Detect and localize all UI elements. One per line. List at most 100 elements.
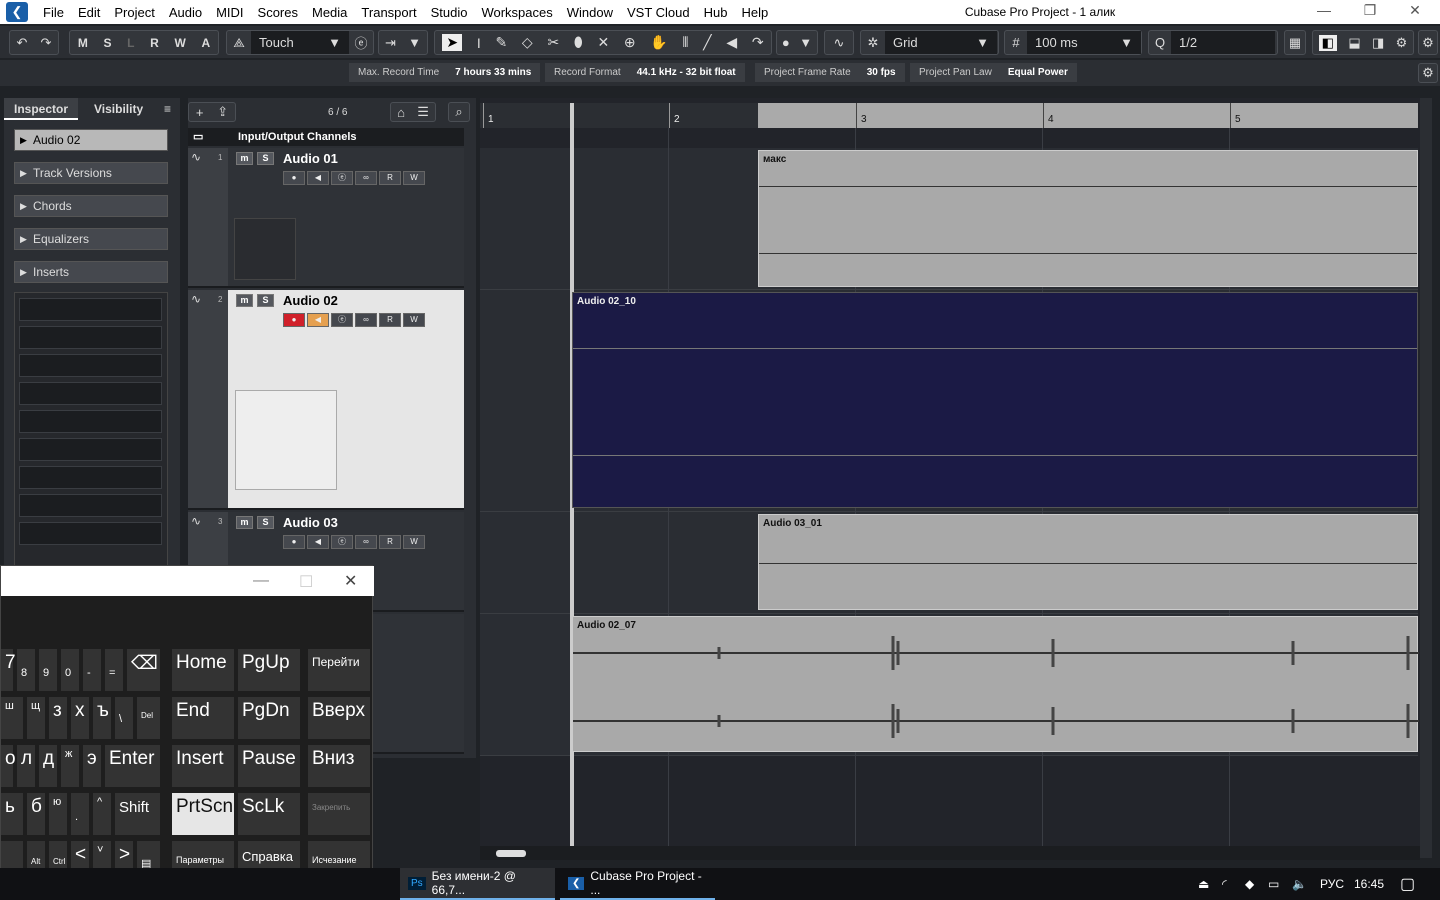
up-key[interactable]: Вверх	[308, 697, 370, 739]
scroll-thumb[interactable]	[496, 850, 526, 857]
menu-audio[interactable]: Audio	[162, 5, 209, 20]
language-indicator[interactable]: РУС	[1320, 877, 1344, 891]
section-inserts[interactable]: Inserts	[14, 261, 168, 283]
key[interactable]: 9	[39, 649, 57, 691]
key[interactable]: э	[83, 745, 101, 787]
chevron-down-icon[interactable]: ▼	[799, 35, 812, 50]
inspector-track-name[interactable]: Audio 02	[14, 129, 168, 151]
insert-slot[interactable]	[19, 382, 162, 405]
edit-button[interactable]: ⓔ	[331, 535, 353, 549]
edit-button[interactable]: ⓔ	[331, 171, 353, 185]
record-enable-button[interactable]: ●	[283, 535, 305, 549]
key[interactable]: д	[39, 745, 57, 787]
insert-slot[interactable]	[19, 466, 162, 489]
info-pan-law[interactable]: Project Pan Law Equal Power	[910, 63, 1077, 82]
solo-button[interactable]: S	[257, 294, 274, 307]
menu-media[interactable]: Media	[305, 5, 354, 20]
select-tool-icon[interactable]: ➤	[442, 34, 463, 51]
pgup-key[interactable]: PgUp	[238, 649, 300, 691]
key[interactable]: л	[17, 745, 35, 787]
track-presets-icon[interactable]: ⌂	[397, 105, 405, 120]
dropbox-icon[interactable]: ◆	[1245, 877, 1254, 891]
insert-slot[interactable]	[19, 494, 162, 517]
key[interactable]: .	[71, 793, 89, 835]
monitor-button[interactable]: ◀	[307, 171, 329, 185]
home-key[interactable]: Home	[172, 649, 234, 691]
track-name[interactable]: Audio 01	[283, 151, 338, 166]
key[interactable]: ж	[61, 745, 79, 787]
dock-key[interactable]: Закрепить	[308, 793, 370, 835]
redo-icon[interactable]: ↷	[41, 35, 52, 51]
undo-icon[interactable]: ↶	[17, 35, 28, 51]
split-tool-icon[interactable]: ✂	[547, 34, 559, 51]
taskbar-photoshop[interactable]: Ps Без имени-2 @ 66,7...	[400, 868, 555, 900]
pgdn-key[interactable]: PgDn	[238, 697, 300, 739]
solo-button[interactable]: S	[257, 516, 274, 529]
insert-slot[interactable]	[19, 326, 162, 349]
track-name[interactable]: Audio 03	[283, 515, 338, 530]
record-enable-button[interactable]: ●	[283, 313, 305, 327]
end-key[interactable]: End	[172, 697, 234, 739]
tab-inspector[interactable]: Inspector	[4, 98, 79, 120]
keyboard-icon[interactable]: ▦	[1289, 35, 1301, 51]
add-track-icon[interactable]: +	[196, 105, 204, 120]
prtscn-key[interactable]: PrtScn	[172, 793, 234, 835]
chevron-down-icon[interactable]: ▼	[408, 35, 421, 50]
mute-button[interactable]: m	[236, 152, 253, 165]
key[interactable]: ш	[1, 697, 23, 739]
warp-tool-icon[interactable]: ↷	[752, 34, 764, 51]
track-audio-02[interactable]: ∿ 2 mS Audio 02 ● ◀ ⓔ ∞ R W	[188, 290, 464, 510]
insert-key[interactable]: Insert	[172, 745, 234, 787]
snap-icon[interactable]: ✲	[861, 35, 885, 51]
write-mode[interactable]: W	[168, 36, 191, 50]
menu-studio[interactable]: Studio	[424, 5, 475, 20]
a-mode[interactable]: A	[195, 36, 216, 50]
up-arrow-key[interactable]: ^	[93, 793, 111, 835]
info-record-format[interactable]: Record Format 44.1 kHz - 32 bit float	[545, 63, 745, 82]
section-equalizers[interactable]: Equalizers	[14, 228, 168, 250]
pause-key[interactable]: Pause	[238, 745, 300, 787]
info-frame-rate[interactable]: Project Frame Rate 30 fps	[755, 63, 905, 82]
snap-to-zero-icon[interactable]: ∿	[834, 35, 845, 51]
menu-workspaces[interactable]: Workspaces	[474, 5, 559, 20]
section-track-versions[interactable]: Track Versions	[14, 162, 168, 184]
key[interactable]: 8	[17, 649, 35, 691]
comp-tool-icon[interactable]: ⫴	[683, 34, 689, 51]
write-button[interactable]: W	[403, 313, 425, 327]
gear-icon[interactable]: ⚙	[1422, 65, 1434, 81]
taskbar-cubase[interactable]: ❮ Cubase Pro Project - ...	[560, 868, 715, 900]
insert-slot[interactable]	[19, 410, 162, 433]
read-button[interactable]: R	[379, 313, 401, 327]
automation-mode-dropdown[interactable]: Touch ▼	[251, 31, 349, 54]
backspace-key[interactable]: ⌫	[127, 649, 160, 691]
gear-icon[interactable]: ⚙	[1422, 35, 1434, 51]
quantize-icon[interactable]: Q	[1149, 35, 1171, 50]
snap-type-dropdown[interactable]: Grid ▼	[885, 31, 997, 54]
menu-midi[interactable]: MIDI	[209, 5, 250, 20]
key[interactable]: =	[105, 649, 123, 691]
key[interactable]: -	[83, 649, 101, 691]
monitor-button[interactable]: ◀	[307, 313, 329, 327]
key[interactable]: о	[1, 745, 16, 787]
battery-icon[interactable]: ▭	[1268, 877, 1279, 891]
right-zone-icon[interactable]: ◨	[1372, 35, 1384, 51]
key[interactable]: 7	[1, 649, 16, 691]
mute-tool-icon[interactable]: ✕	[597, 34, 609, 51]
delete-key[interactable]: Del	[137, 697, 160, 739]
menu-project[interactable]: Project	[107, 5, 161, 20]
menu-hub[interactable]: Hub	[697, 5, 735, 20]
mute-button[interactable]: m	[236, 294, 253, 307]
section-chords[interactable]: Chords	[14, 195, 168, 217]
quantize-dropdown[interactable]: 1/2	[1171, 31, 1275, 54]
add-from-template-icon[interactable]: ⇪	[217, 104, 228, 120]
key[interactable]: б	[27, 793, 45, 835]
insert-slot[interactable]	[19, 298, 162, 321]
menu-file[interactable]: File	[36, 5, 71, 20]
menu-edit[interactable]: Edit	[71, 5, 107, 20]
pencil-tool-icon[interactable]: ✎	[495, 34, 507, 51]
audio-event-selected[interactable]: Audio 02_10	[572, 292, 1418, 508]
key[interactable]: ю	[49, 793, 67, 835]
solo-button[interactable]: S	[257, 152, 274, 165]
wifi-icon[interactable]: ◜	[1222, 877, 1227, 891]
menu-scores[interactable]: Scores	[251, 5, 305, 20]
